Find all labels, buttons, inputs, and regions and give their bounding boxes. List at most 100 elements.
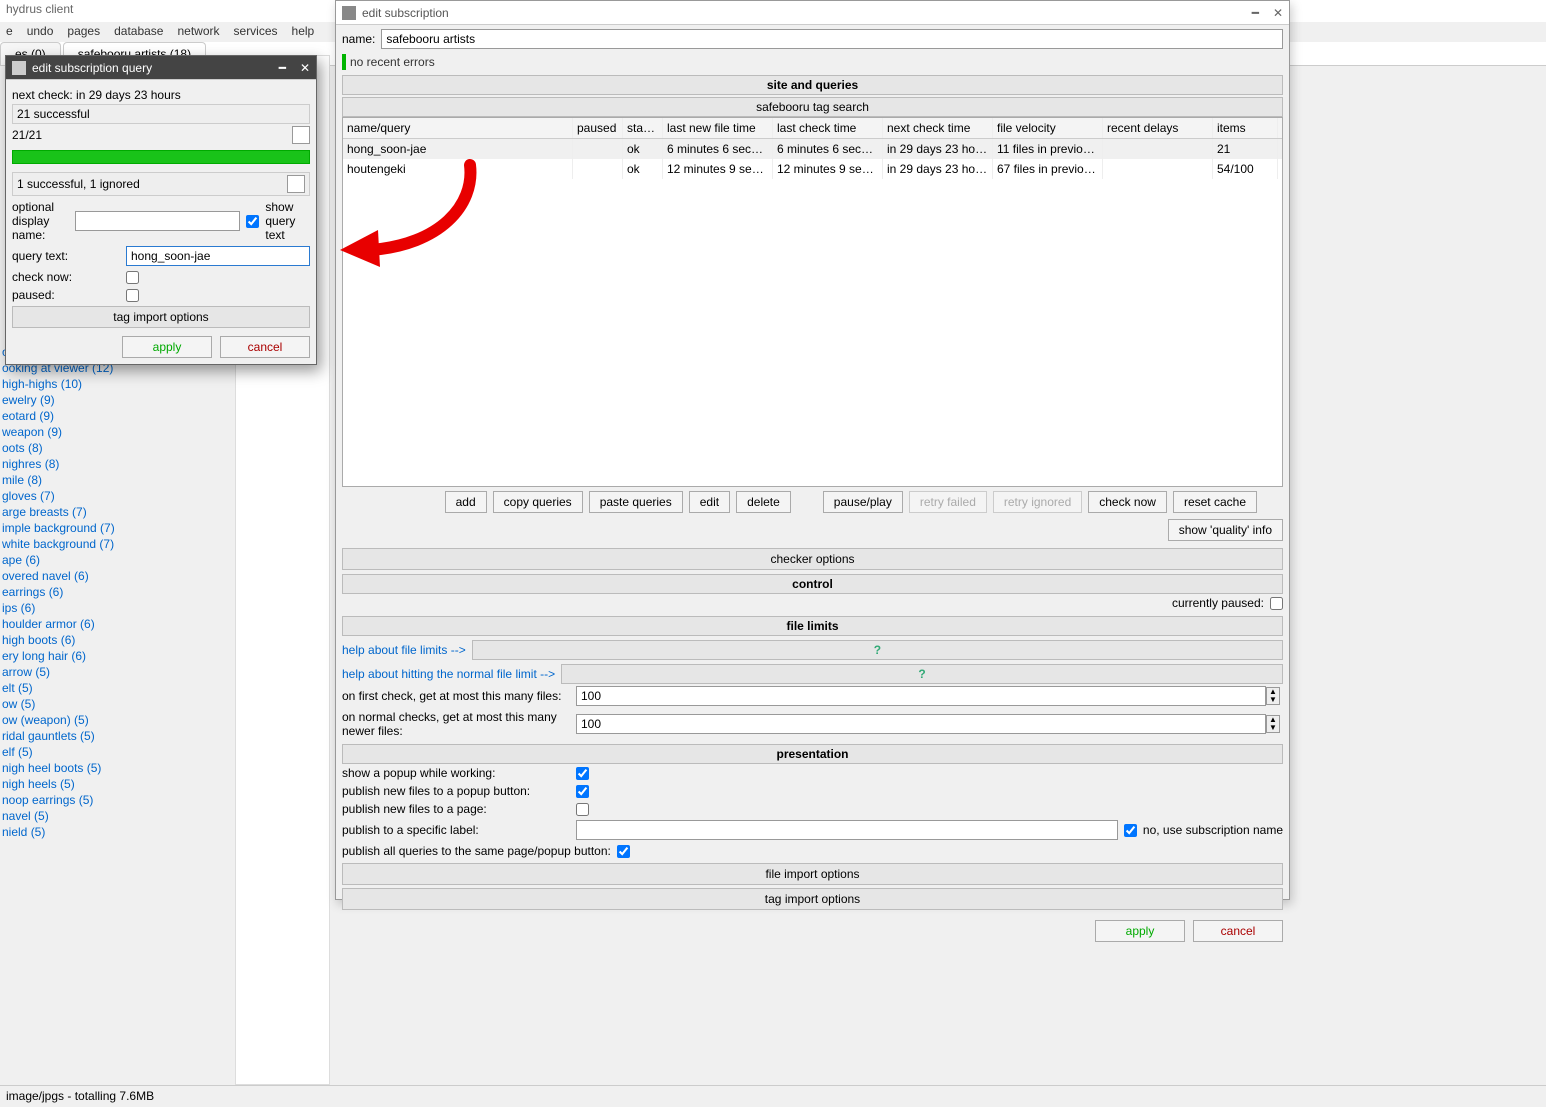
next-check-text: next check: in 29 days 23 hours (12, 86, 310, 104)
close-icon[interactable]: ✕ (300, 61, 310, 75)
copy-queries-button[interactable]: copy queries (493, 491, 583, 513)
tag-item[interactable]: overed navel (6) (0, 568, 235, 584)
menu-pages[interactable]: pages (67, 24, 100, 40)
col-nct[interactable]: next check time (883, 118, 993, 138)
show-popup-label: show a popup while working: (342, 766, 570, 780)
col-paused[interactable]: paused (573, 118, 623, 138)
delete-button[interactable]: delete (736, 491, 791, 513)
check-now-button[interactable]: check now (1088, 491, 1167, 513)
help-file-limits-link[interactable]: help about file limits --> (342, 643, 466, 657)
col-vel[interactable]: file velocity (993, 118, 1103, 138)
menu-e[interactable]: e (6, 24, 13, 40)
tag-import-options-button[interactable]: tag import options (342, 888, 1283, 910)
tag-item[interactable]: earrings (6) (0, 584, 235, 600)
menu-undo[interactable]: undo (27, 24, 54, 40)
paused-checkbox[interactable] (126, 289, 139, 302)
tag-item[interactable]: ridal gauntlets (5) (0, 728, 235, 744)
file-import-options-button[interactable]: file import options (342, 863, 1283, 885)
currently-paused-checkbox[interactable] (1270, 597, 1283, 610)
table-row[interactable]: hong_soon-jaeok6 minutes 6 seconds ...6 … (343, 139, 1282, 159)
pub-label-input[interactable] (576, 820, 1118, 840)
show-quality-button[interactable]: show 'quality' info (1168, 519, 1283, 541)
spin-buttons[interactable]: ▲▼ (1266, 687, 1280, 705)
app-icon (342, 6, 356, 20)
tag-item[interactable]: ewelry (9) (0, 392, 235, 408)
reset-cache-button[interactable]: reset cache (1173, 491, 1257, 513)
queries-table[interactable]: name/query paused status last new file t… (342, 117, 1283, 487)
query-dialog-titlebar[interactable]: edit subscription query ━ ✕ (6, 56, 316, 80)
tag-item[interactable]: ape (6) (0, 552, 235, 568)
pub-page-checkbox[interactable] (576, 803, 589, 816)
add-button[interactable]: add (445, 491, 487, 513)
calendar-icon[interactable] (287, 175, 305, 193)
file-limits-heading: file limits (342, 616, 1283, 636)
tag-item[interactable]: high-highs (10) (0, 376, 235, 392)
menu-help[interactable]: help (292, 24, 315, 40)
tag-item[interactable]: arge breasts (7) (0, 504, 235, 520)
show-popup-checkbox[interactable] (576, 767, 589, 780)
tag-item[interactable]: navel (5) (0, 808, 235, 824)
tag-item[interactable]: imple background (7) (0, 520, 235, 536)
pub-popup-checkbox[interactable] (576, 785, 589, 798)
col-name[interactable]: name/query (343, 118, 573, 138)
tag-item[interactable]: ips (6) (0, 600, 235, 616)
edit-button[interactable]: edit (689, 491, 730, 513)
tag-item[interactable]: nighres (8) (0, 456, 235, 472)
calendar-icon[interactable] (292, 126, 310, 144)
tag-item[interactable]: mile (8) (0, 472, 235, 488)
pub-all-checkbox[interactable] (617, 845, 630, 858)
query-text-input[interactable] (126, 246, 310, 266)
tag-item[interactable]: oots (8) (0, 440, 235, 456)
normal-check-input[interactable] (576, 714, 1266, 734)
menu-services[interactable]: services (234, 24, 278, 40)
minimize-icon[interactable]: ━ (279, 61, 286, 75)
tag-item[interactable]: white background (7) (0, 536, 235, 552)
name-input[interactable] (381, 29, 1283, 49)
first-check-label: on first check, get at most this many fi… (342, 689, 570, 703)
tag-item[interactable]: gloves (7) (0, 488, 235, 504)
dialog-titlebar[interactable]: edit subscription ━ ✕ (336, 1, 1289, 25)
tag-item[interactable]: ow (weapon) (5) (0, 712, 235, 728)
tag-item[interactable]: elt (5) (0, 680, 235, 696)
tag-item[interactable]: noop earrings (5) (0, 792, 235, 808)
menu-database[interactable]: database (114, 24, 163, 40)
close-icon[interactable]: ✕ (1273, 6, 1283, 20)
paste-queries-button[interactable]: paste queries (589, 491, 683, 513)
apply-button[interactable]: apply (1095, 920, 1185, 942)
pause-play-button[interactable]: pause/play (823, 491, 903, 513)
tag-import-options-button[interactable]: tag import options (12, 306, 310, 328)
help-normal-limit-link[interactable]: help about hitting the normal file limit… (342, 667, 555, 681)
col-items[interactable]: items (1213, 118, 1278, 138)
table-row[interactable]: houtengekiok12 minutes 9 second...12 min… (343, 159, 1282, 179)
tag-item[interactable]: ow (5) (0, 696, 235, 712)
tag-item[interactable]: ery long hair (6) (0, 648, 235, 664)
optional-name-input[interactable] (75, 211, 240, 231)
first-check-input[interactable] (576, 686, 1266, 706)
tag-item[interactable]: arrow (5) (0, 664, 235, 680)
col-delays[interactable]: recent delays (1103, 118, 1213, 138)
cancel-button[interactable]: cancel (220, 336, 310, 358)
checker-options-button[interactable]: checker options (342, 548, 1283, 570)
tag-item[interactable]: eotard (9) (0, 408, 235, 424)
show-query-text-checkbox[interactable] (246, 215, 259, 228)
spin-buttons[interactable]: ▲▼ (1266, 715, 1280, 733)
tag-item[interactable]: high boots (6) (0, 632, 235, 648)
tag-item[interactable]: nigh heel boots (5) (0, 760, 235, 776)
menu-network[interactable]: network (177, 24, 219, 40)
col-lct[interactable]: last check time (773, 118, 883, 138)
use-sub-name-checkbox[interactable] (1124, 824, 1137, 837)
cancel-button[interactable]: cancel (1193, 920, 1283, 942)
tag-item[interactable]: elf (5) (0, 744, 235, 760)
minimize-icon[interactable]: ━ (1252, 6, 1259, 20)
col-status[interactable]: status (623, 118, 663, 138)
help-bar-1[interactable]: ? (472, 640, 1283, 660)
errors-text: no recent errors (350, 53, 435, 71)
apply-button[interactable]: apply (122, 336, 212, 358)
tag-item[interactable]: nield (5) (0, 824, 235, 840)
check-now-checkbox[interactable] (126, 271, 139, 284)
col-lnft[interactable]: last new file time (663, 118, 773, 138)
tag-item[interactable]: houlder armor (6) (0, 616, 235, 632)
tag-item[interactable]: weapon (9) (0, 424, 235, 440)
tag-item[interactable]: nigh heels (5) (0, 776, 235, 792)
help-bar-2[interactable]: ? (561, 664, 1283, 684)
